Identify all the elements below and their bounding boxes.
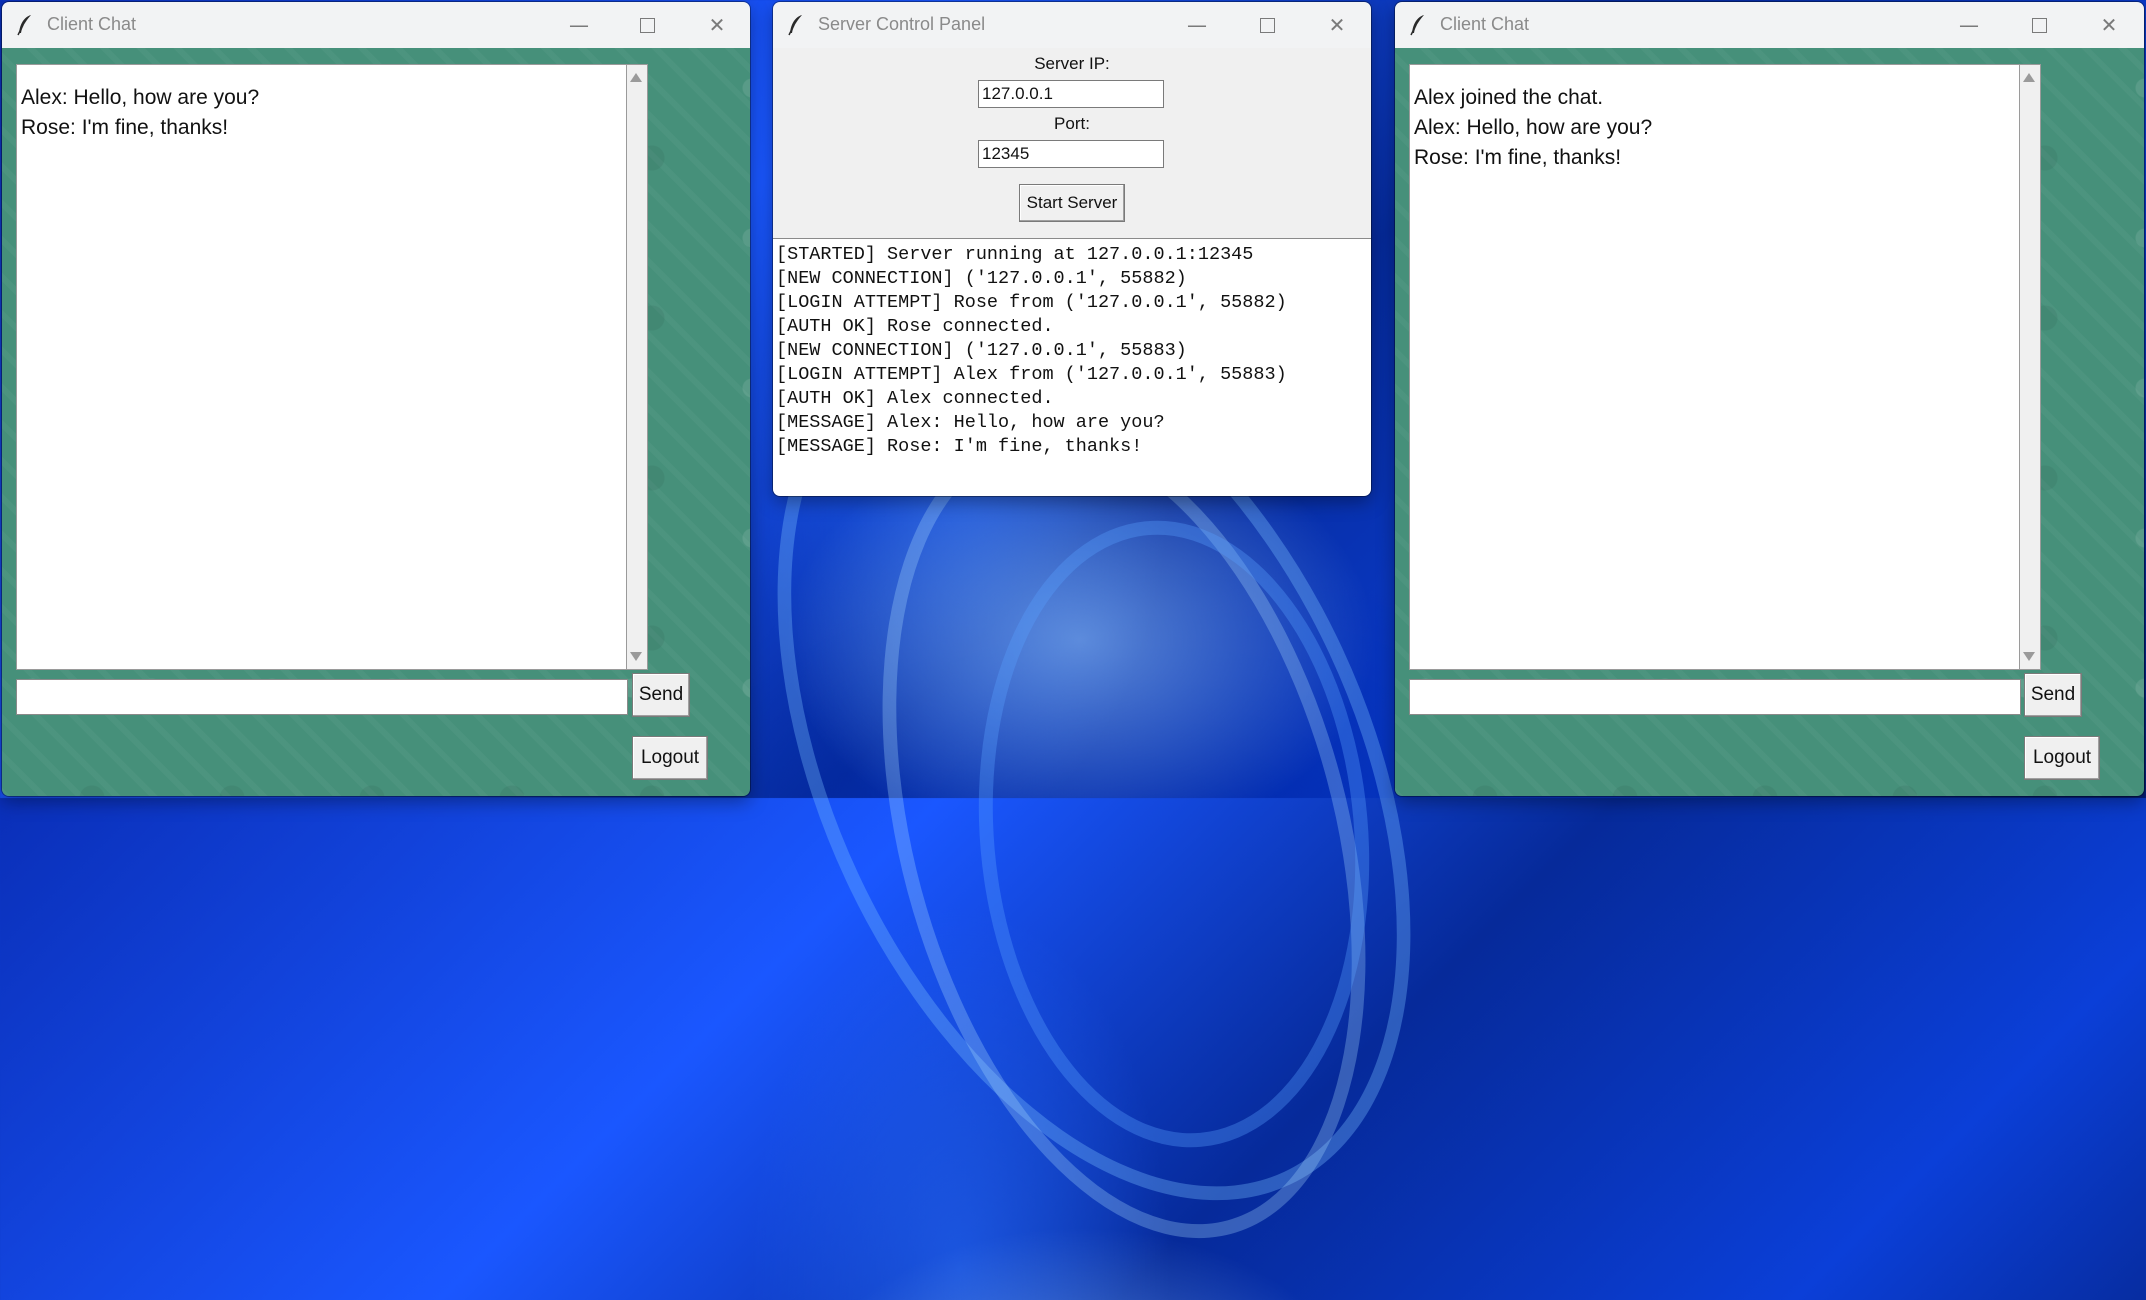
log-line: [MESSAGE] Rose: I'm fine, thanks! [776, 436, 1143, 457]
minimize-icon: — [1959, 13, 1979, 37]
server-log-area[interactable]: [STARTED] Server running at 127.0.0.1:12… [773, 238, 1371, 496]
message-input[interactable] [16, 679, 628, 715]
feather-icon [17, 15, 31, 36]
title-bar[interactable]: Client Chat — ✕ [1395, 2, 2144, 48]
chat-background: Alex: Hello, how are you? Rose: I'm fine… [2, 48, 750, 796]
scroll-down-icon[interactable] [2023, 652, 2035, 661]
log-line: [NEW CONNECTION] ('127.0.0.1', 55883) [776, 340, 1187, 361]
window-title: Client Chat [1440, 14, 1530, 34]
chat-message: Rose: I'm fine, thanks! [21, 116, 229, 139]
vertical-scrollbar[interactable] [2019, 64, 2041, 670]
message-input[interactable] [1409, 679, 2021, 715]
feather-icon [1410, 15, 1424, 36]
chat-background: Alex joined the chat. Alex: Hello, how a… [1395, 48, 2144, 796]
chat-message: Alex joined the chat. [1414, 86, 1604, 109]
title-bar[interactable]: Server Control Panel — ✕ [773, 2, 1371, 48]
close-icon: ✕ [2100, 13, 2118, 37]
log-line: [STARTED] Server running at 127.0.0.1:12… [776, 244, 1254, 265]
close-button[interactable]: ✕ [682, 2, 750, 48]
maximize-button[interactable] [2004, 2, 2074, 48]
vertical-scrollbar[interactable] [626, 64, 648, 670]
log-line: [MESSAGE] Alex: Hello, how are you? [776, 412, 1165, 433]
server-ip-label: Server IP: [1034, 54, 1110, 73]
log-line: [LOGIN ATTEMPT] Alex from ('127.0.0.1', … [776, 364, 1287, 385]
maximize-icon [639, 17, 655, 33]
window-title: Client Chat [47, 14, 137, 34]
scroll-up-icon[interactable] [2023, 73, 2035, 82]
feather-icon [788, 15, 802, 36]
maximize-icon [1259, 17, 1275, 33]
maximize-button[interactable] [1232, 2, 1302, 48]
send-button[interactable]: Send [632, 673, 690, 717]
window-title: Server Control Panel [818, 14, 986, 34]
server-ip-input[interactable]: 127.0.0.1 [978, 80, 1164, 108]
logout-button[interactable]: Logout [2024, 736, 2100, 780]
minimize-button[interactable]: — [1934, 2, 2004, 48]
scroll-up-icon[interactable] [630, 73, 642, 82]
minimize-icon: — [569, 13, 589, 37]
minimize-button[interactable]: — [544, 2, 614, 48]
scroll-down-icon[interactable] [630, 652, 642, 661]
chat-messages-area[interactable]: Alex: Hello, how are you? Rose: I'm fine… [16, 64, 628, 670]
minimize-button[interactable]: — [1162, 2, 1232, 48]
maximize-icon [2031, 17, 2047, 33]
logout-button[interactable]: Logout [632, 736, 708, 780]
close-icon: ✕ [708, 13, 726, 37]
start-server-button[interactable]: Start Server [1019, 184, 1125, 222]
chat-message: Rose: I'm fine, thanks! [1414, 146, 1622, 169]
close-button[interactable]: ✕ [1302, 2, 1371, 48]
server-settings-panel: Server IP: 127.0.0.1 Port: 12345 Start S… [773, 48, 1371, 238]
port-label: Port: [1054, 114, 1090, 133]
close-icon: ✕ [1328, 13, 1346, 37]
chat-message: Alex: Hello, how are you? [21, 86, 260, 109]
client-chat-window-left: Client Chat — ✕ Alex: Hello, how are you… [2, 2, 750, 796]
log-line: [AUTH OK] Alex connected. [776, 388, 1054, 409]
send-button[interactable]: Send [2024, 673, 2082, 717]
close-button[interactable]: ✕ [2074, 2, 2144, 48]
client-chat-window-right: Client Chat — ✕ Alex joined the chat. Al… [1395, 2, 2144, 796]
title-bar[interactable]: Client Chat — ✕ [2, 2, 750, 48]
port-input[interactable]: 12345 [978, 140, 1164, 168]
chat-messages-area[interactable]: Alex joined the chat. Alex: Hello, how a… [1409, 64, 2021, 670]
log-line: [AUTH OK] Rose connected. [776, 316, 1054, 337]
maximize-button[interactable] [612, 2, 682, 48]
minimize-icon: — [1187, 13, 1207, 37]
chat-message: Alex: Hello, how are you? [1414, 116, 1653, 139]
log-line: [NEW CONNECTION] ('127.0.0.1', 55882) [776, 268, 1187, 289]
log-line: [LOGIN ATTEMPT] Rose from ('127.0.0.1', … [776, 292, 1287, 313]
server-control-panel-window: Server Control Panel — ✕ Server IP: 127.… [773, 2, 1371, 496]
